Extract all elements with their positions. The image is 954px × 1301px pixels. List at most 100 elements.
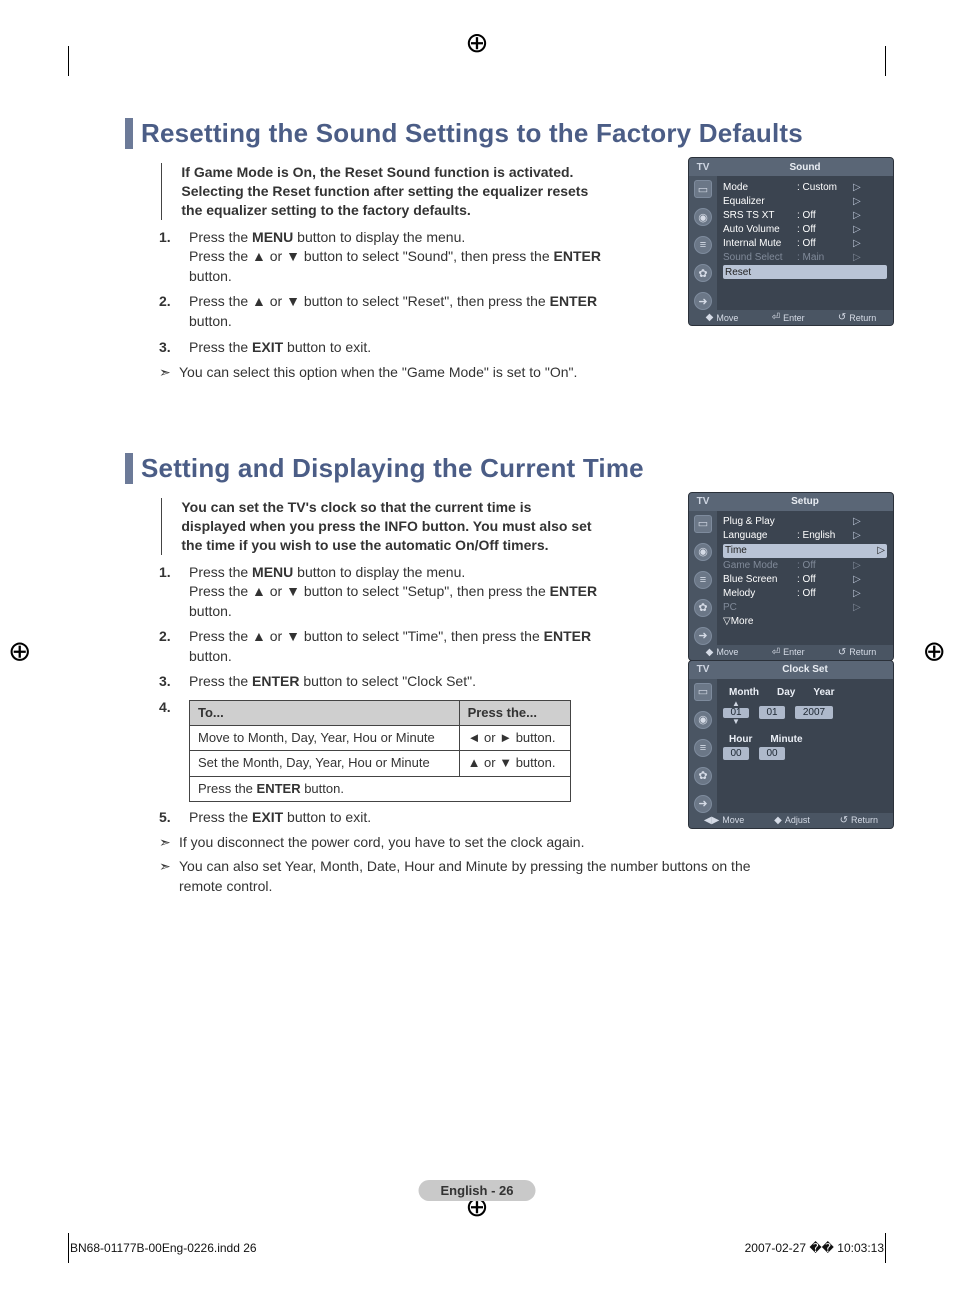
step-number: 2. bbox=[159, 627, 189, 666]
return-icon: ↺ bbox=[838, 647, 846, 658]
section-title: Setting and Displaying the Current Time bbox=[141, 453, 644, 484]
osd-title: Clock Set bbox=[717, 664, 893, 675]
channel-icon: ≡ bbox=[694, 236, 712, 254]
osd-row-selected: Reset bbox=[723, 265, 887, 279]
osd-foot-adjust: ◆Adjust bbox=[774, 815, 810, 826]
clock-panel: Month Day Year ▲01▼ 01 2007 Hour Minute bbox=[717, 679, 893, 813]
clock-value-day: 01 bbox=[759, 706, 785, 719]
osd-tv-label: TV bbox=[689, 162, 717, 173]
osd-list: Plug & Play▷ Language: English▷ Time▷ Ga… bbox=[717, 511, 893, 645]
setup-icon: ✿ bbox=[694, 767, 712, 785]
crop-line bbox=[68, 1233, 69, 1263]
osd-row: Language: English▷ bbox=[723, 529, 887, 543]
heading-accent bbox=[125, 453, 133, 484]
osd-row-more: ▽More bbox=[723, 615, 887, 629]
heading-accent bbox=[125, 118, 133, 149]
osd-icon-column: ▭ ◉ ≡ ✿ ➜ bbox=[689, 679, 717, 813]
osd-row: SRS TS XT: Off▷ bbox=[723, 208, 887, 222]
step-number: 5. bbox=[159, 808, 189, 828]
updown-icon: ◆ bbox=[706, 647, 714, 658]
enter-icon: ⏎ bbox=[772, 647, 780, 658]
osd-row: Melody: Off▷ bbox=[723, 587, 887, 601]
table-cell: Set the Month, Day, Year, Hou or Minute bbox=[190, 751, 460, 776]
enter-icon: ⏎ bbox=[772, 312, 780, 323]
sound-icon: ◉ bbox=[694, 208, 712, 226]
clock-value-minute: 00 bbox=[759, 747, 785, 760]
print-file-label: BN68-01177B-00Eng-0226.indd 26 bbox=[70, 1241, 257, 1255]
osd-footer: ◆Move ⏎Enter ↺Return bbox=[689, 310, 893, 325]
osd-foot-enter: ⏎Enter bbox=[772, 312, 805, 323]
note-icon: ➣ bbox=[159, 833, 179, 853]
return-icon: ↺ bbox=[840, 815, 848, 826]
osd-clock-menu: TV Clock Set ▭ ◉ ≡ ✿ ➜ Month Day Year bbox=[688, 660, 894, 829]
step-number: 1. bbox=[159, 228, 189, 287]
osd-row: Plug & Play▷ bbox=[723, 515, 887, 529]
osd-row: Auto Volume: Off▷ bbox=[723, 222, 887, 236]
note-text: You can also set Year, Month, Date, Hour… bbox=[179, 857, 854, 896]
updown-icon: ◆ bbox=[774, 815, 782, 826]
table-header-row: To... Press the... bbox=[190, 701, 571, 726]
osd-row: Blue Screen: Off▷ bbox=[723, 573, 887, 587]
osd-header: TV Setup bbox=[689, 493, 893, 511]
osd-header: TV Clock Set bbox=[689, 661, 893, 679]
crop-line bbox=[885, 46, 886, 76]
down-arrow-icon: ▼ bbox=[732, 718, 740, 726]
osd-icon-column: ▭ ◉ ≡ ✿ ➜ bbox=[689, 511, 717, 645]
clock-labels-row: Hour Minute bbox=[723, 734, 887, 745]
osd-foot-move: ◆Move bbox=[706, 312, 739, 323]
clock-adjust-arrows: ▲01▼ bbox=[723, 700, 749, 726]
osd-row: Internal Mute: Off▷ bbox=[723, 236, 887, 250]
channel-icon: ≡ bbox=[694, 739, 712, 757]
channel-icon: ≡ bbox=[694, 571, 712, 589]
intro-text: You can set the TV's clock so that the c… bbox=[181, 498, 594, 555]
picture-icon: ▭ bbox=[694, 683, 712, 701]
page-number-pill: English - 26 bbox=[419, 1180, 536, 1201]
osd-title: Sound bbox=[717, 162, 893, 173]
crop-line bbox=[68, 46, 69, 76]
sound-icon: ◉ bbox=[694, 543, 712, 561]
instruction-table: To... Press the... Move to Month, Day, Y… bbox=[189, 700, 571, 802]
osd-row-disabled: PC▷ bbox=[723, 601, 887, 615]
osd-row-disabled: Game Mode: Off▷ bbox=[723, 559, 887, 573]
osd-foot-return: ↺Return bbox=[840, 815, 878, 826]
note-icon: ➣ bbox=[159, 857, 179, 896]
step-text: Press the EXIT button to exit. bbox=[189, 338, 854, 358]
note-row: ➣ You can also set Year, Month, Date, Ho… bbox=[159, 857, 854, 896]
leftright-icon: ◀▶ bbox=[704, 815, 719, 826]
input-icon: ➜ bbox=[694, 795, 712, 813]
picture-icon: ▭ bbox=[694, 180, 712, 198]
osd-header: TV Sound bbox=[689, 158, 893, 176]
clock-label-minute: Minute bbox=[770, 734, 802, 745]
print-footer: BN68-01177B-00Eng-0226.indd 26 2007-02-2… bbox=[70, 1241, 884, 1255]
clock-label-day: Day bbox=[777, 687, 795, 698]
osd-icon-column: ▭ ◉ ≡ ✿ ➜ bbox=[689, 176, 717, 310]
table-cell: Move to Month, Day, Year, Hou or Minute bbox=[190, 726, 460, 751]
clock-label-month: Month bbox=[729, 687, 759, 698]
clock-value-hour: 00 bbox=[723, 747, 749, 760]
sound-icon: ◉ bbox=[694, 711, 712, 729]
note-row: ➣ If you disconnect the power cord, you … bbox=[159, 833, 854, 853]
osd-footer: ◆Move ⏎Enter ↺Return bbox=[689, 645, 893, 660]
step-item: 3. Press the EXIT button to exit. bbox=[159, 338, 854, 358]
osd-tv-label: TV bbox=[689, 496, 717, 507]
osd-foot-return: ↺Return bbox=[838, 647, 876, 658]
section-title: Resetting the Sound Settings to the Fact… bbox=[141, 118, 803, 149]
osd-footer: ◀▶Move ◆Adjust ↺Return bbox=[689, 813, 893, 828]
setup-icon: ✿ bbox=[694, 264, 712, 282]
clock-label-year: Year bbox=[813, 687, 834, 698]
table-header: To... bbox=[190, 701, 460, 726]
osd-row: Equalizer▷ bbox=[723, 194, 887, 208]
table-row: Move to Month, Day, Year, Hou or Minute … bbox=[190, 726, 571, 751]
osd-title: Setup bbox=[717, 496, 893, 507]
osd-sound-menu: TV Sound ▭ ◉ ≡ ✿ ➜ Mode: Custom▷ Equaliz… bbox=[688, 157, 894, 326]
return-icon: ↺ bbox=[838, 312, 846, 323]
osd-foot-enter: ⏎Enter bbox=[772, 647, 805, 658]
osd-foot-move: ◀▶Move bbox=[704, 815, 744, 826]
clock-values-row: 00 00 bbox=[723, 747, 887, 760]
note-icon: ➣ bbox=[159, 363, 179, 383]
crop-line bbox=[885, 1233, 886, 1263]
intro-block: If Game Mode is On, the Reset Sound func… bbox=[161, 163, 594, 220]
table-header: Press the... bbox=[459, 701, 570, 726]
registration-mark-right: ⊕ bbox=[923, 634, 946, 667]
osd-list: Mode: Custom▷ Equalizer▷ SRS TS XT: Off▷… bbox=[717, 176, 893, 310]
